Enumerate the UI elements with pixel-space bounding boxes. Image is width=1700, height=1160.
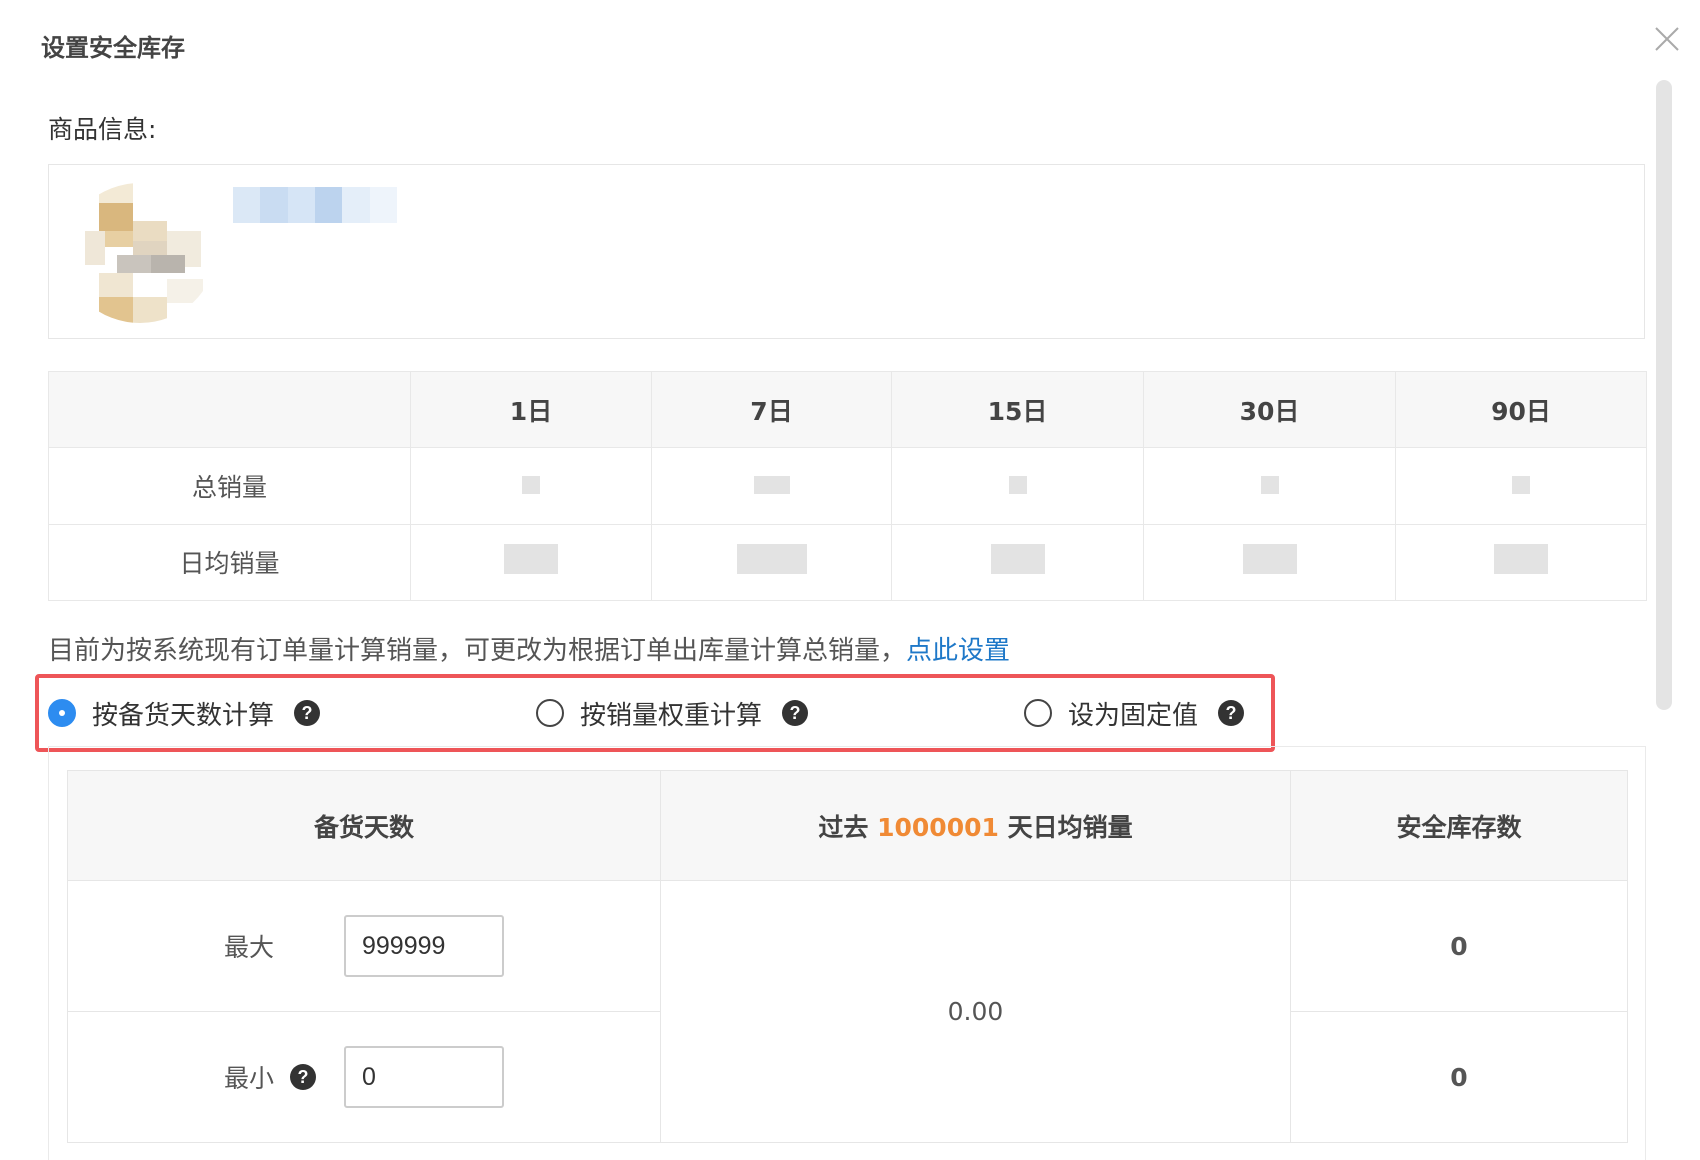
table-row: 最大 0.00 0: [67, 880, 1628, 1143]
scrollbar[interactable]: [1656, 80, 1672, 710]
max-days-label: 最大: [224, 928, 344, 964]
sales-header-7d: 7日: [651, 371, 892, 448]
min-days-label-text: 最小: [224, 1064, 275, 1093]
close-icon: [1655, 27, 1679, 51]
table-cell-blurred: [891, 447, 1144, 525]
radio-checked-icon[interactable]: [48, 699, 76, 727]
method-option-label: 设为固定值: [1068, 700, 1199, 731]
min-days-input[interactable]: [344, 1046, 504, 1108]
min-days-cell: 最小 ?: [67, 1011, 661, 1143]
header-safety-stock: 安全库存数: [1290, 770, 1628, 881]
method-option-fixed-value[interactable]: 设为固定值 ?: [1024, 695, 1245, 731]
table-cell-blurred: [410, 447, 652, 525]
calc-basis-text: 目前为按系统现有订单量计算销量，可更改为根据订单出库量计算总销量，: [48, 636, 907, 666]
table-cell-blurred: [1395, 447, 1647, 525]
product-info-label: 商品信息:: [48, 115, 157, 144]
safety-stock-dialog: 设置安全库存 商品信息: 1日 7日 15日 30日 90日 总销量 日均销量 …: [0, 0, 1700, 1160]
calc-basis-notice: 目前为按系统现有订单量计算销量，可更改为根据订单出库量计算总销量，点此设置: [48, 630, 1010, 667]
help-icon[interactable]: ?: [290, 1064, 317, 1090]
max-days-cell: 最大: [67, 880, 661, 1012]
sales-header-90d: 90日: [1395, 371, 1647, 448]
table-cell-blurred: [1143, 523, 1396, 601]
header-avg-sales-prefix: 过去: [818, 812, 869, 842]
header-avg-sales: 过去 1000001 天日均销量: [660, 770, 1291, 881]
help-icon[interactable]: ?: [1218, 700, 1245, 726]
safety-stock-calc-table: 备货天数 过去 1000001 天日均销量 安全库存数 最大 0.00 0: [67, 770, 1628, 1143]
min-days-label: 最小 ?: [224, 1059, 344, 1095]
help-icon[interactable]: ?: [294, 700, 321, 726]
product-thumbnail[interactable]: [65, 183, 215, 323]
table-cell-blurred: [1395, 523, 1647, 601]
settings-link[interactable]: 点此设置: [906, 636, 1010, 666]
method-option-label: 按销量权重计算: [580, 700, 763, 731]
close-button[interactable]: [1650, 22, 1684, 56]
sales-table: 1日 7日 15日 30日 90日 总销量 日均销量: [48, 371, 1647, 601]
table-cell-blurred: [1143, 447, 1396, 525]
header-stock-days: 备货天数: [67, 770, 661, 881]
calc-header-row: 备货天数 过去 1000001 天日均销量 安全库存数: [67, 770, 1628, 881]
table-cell-blurred: [651, 523, 892, 601]
max-days-label-text: 最大: [224, 933, 275, 962]
avg-sales-value: 0.00: [660, 880, 1291, 1143]
sales-header-30d: 30日: [1143, 371, 1396, 448]
method-option-label: 按备货天数计算: [92, 700, 275, 731]
radio-unchecked-icon[interactable]: [1024, 699, 1052, 727]
table-cell-blurred: [891, 523, 1144, 601]
table-cell-blurred: [410, 523, 652, 601]
header-avg-sales-suffix: 天日均销量: [1007, 812, 1133, 842]
header-avg-sales-days: 1000001: [877, 812, 999, 842]
max-days-input[interactable]: [344, 915, 504, 977]
table-cell-blurred: [651, 447, 892, 525]
product-name-blurred[interactable]: [233, 187, 397, 223]
row-label-total-sales: 总销量: [48, 447, 411, 525]
sales-header-1d: 1日: [410, 371, 652, 448]
help-icon[interactable]: ?: [782, 700, 809, 726]
sales-header-15d: 15日: [891, 371, 1144, 448]
max-safety-stock-value: 0: [1290, 880, 1628, 1012]
sales-header-empty: [48, 371, 411, 448]
method-option-stock-days[interactable]: 按备货天数计算 ?: [48, 695, 321, 731]
dialog-title: 设置安全库存: [41, 34, 185, 62]
table-row: 总销量: [48, 447, 1647, 525]
row-label-daily-avg-sales: 日均销量: [48, 523, 411, 601]
table-row: 日均销量: [48, 523, 1647, 601]
product-info-box: [48, 164, 1645, 339]
sales-header-row: 1日 7日 15日 30日 90日: [48, 371, 1647, 448]
min-safety-stock-value: 0: [1290, 1011, 1628, 1143]
radio-unchecked-icon[interactable]: [536, 699, 564, 727]
method-option-sales-weight[interactable]: 按销量权重计算 ?: [536, 695, 809, 731]
